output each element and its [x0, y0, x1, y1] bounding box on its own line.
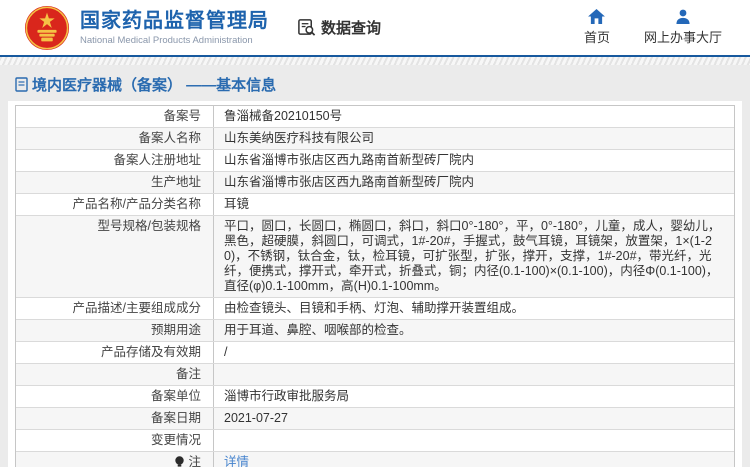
row-label: 备案人名称: [16, 128, 214, 149]
table-row-storage-validity: 产品存储及有效期 /: [16, 342, 734, 364]
table-row-record-number: 备案号 鲁淄械备20210150号: [16, 106, 734, 128]
row-value: 2021-07-27: [224, 411, 288, 425]
site-header: 国家药品监督管理局 National Medical Products Admi…: [0, 0, 750, 57]
org-title-block: 国家药品监督管理局 National Medical Products Admi…: [80, 9, 269, 46]
table-row-change-status: 变更情况: [16, 430, 734, 452]
row-label: 预期用途: [16, 320, 214, 341]
row-label: 备案日期: [16, 408, 214, 429]
row-label: 产品存储及有效期: [16, 342, 214, 363]
row-value: 平口，圆口，长圆口，椭圆口，斜口，斜口0°-180°，平，0°-180°，儿童，…: [224, 219, 721, 293]
row-label: 产品名称/产品分类名称: [16, 194, 214, 215]
page-title-text: 境内医疗器械（备案） ——基本信息: [32, 77, 277, 94]
table-row-note: 注 详情: [16, 452, 734, 467]
data-query-icon: [298, 19, 316, 36]
row-value: 山东省淄博市张店区西九路南首新型砖厂院内: [224, 175, 475, 189]
row-value: 淄博市行政审批服务局: [224, 389, 350, 403]
row-label: 备注: [16, 364, 214, 385]
header-nav: 首页 网上办事大厅: [584, 9, 722, 46]
row-label: 型号规格/包装规格: [16, 216, 214, 297]
nav-service-hall[interactable]: 网上办事大厅: [644, 9, 722, 46]
nav-data-query[interactable]: 数据查询: [297, 17, 381, 38]
home-icon: [588, 9, 606, 24]
table-row-production-address: 生产地址 山东省淄博市张店区西九路南首新型砖厂院内: [16, 172, 734, 194]
content-panel: 备案号 鲁淄械备20210150号 备案人名称 山东美纳医疗科技有限公司 备案人…: [8, 101, 742, 467]
table-row-intended-use: 预期用途 用于耳道、鼻腔、咽喉部的检查。: [16, 320, 734, 342]
table-row-product-description: 产品描述/主要组成成分 由检查镜头、目镜和手柄、灯泡、辅助撑开装置组成。: [16, 298, 734, 320]
lamp-icon: [175, 456, 185, 467]
nav-service-hall-label: 网上办事大厅: [643, 30, 722, 45]
record-info-table: 备案号 鲁淄械备20210150号 备案人名称 山东美纳医疗科技有限公司 备案人…: [15, 105, 735, 467]
nav-home[interactable]: 首页: [584, 9, 610, 46]
row-value: 鲁淄械备20210150号: [224, 109, 343, 123]
row-label: 备案号: [16, 106, 214, 127]
detail-link[interactable]: 详情: [224, 455, 249, 467]
table-row-registered-address: 备案人注册地址 山东省淄博市张店区西九路南首新型砖厂院内: [16, 150, 734, 172]
org-name-zh: 国家药品监督管理局: [80, 10, 269, 32]
table-row-record-date: 备案日期 2021-07-27: [16, 408, 734, 430]
row-value: /: [224, 345, 228, 359]
row-label: 产品描述/主要组成成分: [16, 298, 214, 319]
row-value: 山东省淄博市张店区西九路南首新型砖厂院内: [224, 153, 475, 167]
page-title: 境内医疗器械（备案） ——基本信息: [0, 65, 750, 101]
table-row-product-name: 产品名称/产品分类名称 耳镜: [16, 194, 734, 216]
row-value: 详情: [214, 452, 734, 467]
row-value: [214, 364, 734, 385]
row-value: 用于耳道、鼻腔、咽喉部的检查。: [224, 323, 412, 337]
document-icon: [15, 77, 28, 92]
person-icon: [676, 9, 690, 24]
table-row-remarks: 备注: [16, 364, 734, 386]
row-label: 备案人注册地址: [16, 150, 214, 171]
row-label: 变更情况: [16, 430, 214, 451]
row-value: 山东美纳医疗科技有限公司: [224, 131, 375, 145]
hatch-divider: [0, 57, 750, 65]
row-value: [214, 430, 734, 451]
row-label: 生产地址: [16, 172, 214, 193]
row-label: 备案单位: [16, 386, 214, 407]
data-query-label: 数据查询: [321, 20, 382, 37]
row-label: 注: [16, 452, 214, 467]
table-row-registrant-name: 备案人名称 山东美纳医疗科技有限公司: [16, 128, 734, 150]
note-label: 注: [188, 455, 201, 467]
org-name-en: National Medical Products Administration: [80, 35, 253, 46]
table-row-model-specs: 型号规格/包装规格 平口，圆口，长圆口，椭圆口，斜口，斜口0°-180°，平，0…: [16, 216, 734, 298]
row-value: 由检查镜头、目镜和手柄、灯泡、辅助撑开装置组成。: [224, 301, 525, 315]
table-row-record-authority: 备案单位 淄博市行政审批服务局: [16, 386, 734, 408]
nav-home-label: 首页: [583, 30, 610, 45]
national-emblem-logo: [24, 5, 70, 50]
row-value: 耳镜: [224, 197, 250, 211]
